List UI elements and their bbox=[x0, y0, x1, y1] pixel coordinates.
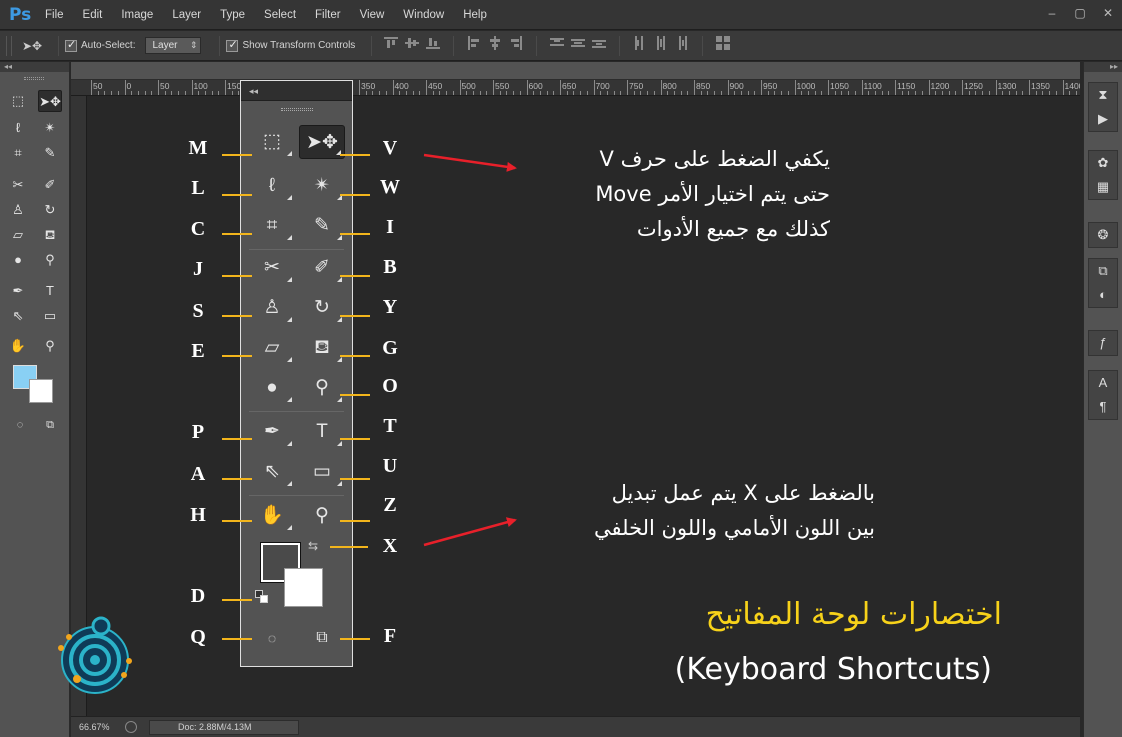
title-arabic: اختصارات لوحة المفاتيح bbox=[705, 597, 1002, 632]
move-tip-line-2: حتى يتم اختيار الأمر Move bbox=[595, 182, 830, 206]
swap-tip-line-2: بين اللون الأمامي واللون الخلفي bbox=[594, 516, 875, 540]
swap-tip-text: بالضغط على X يتم عمل تبديل بين اللون الأ… bbox=[505, 476, 875, 546]
arrow-to-x bbox=[423, 517, 517, 547]
photoshop-window: Ps File Edit Image Layer Type Select Fil… bbox=[0, 0, 1122, 737]
brand-logo bbox=[58, 616, 132, 694]
move-tip-line-1: يكفي الضغط على حرف V bbox=[599, 147, 830, 171]
move-tip-line-3: كذلك مع جميع الأدوات bbox=[636, 217, 830, 241]
move-tip-text: يكفي الضغط على حرف V حتى يتم اختيار الأم… bbox=[505, 142, 830, 247]
arrow-to-v bbox=[423, 153, 517, 172]
title-english: (Keyboard Shortcuts) bbox=[674, 652, 992, 687]
swap-tip-line-1: بالضغط على X يتم عمل تبديل bbox=[611, 481, 875, 505]
